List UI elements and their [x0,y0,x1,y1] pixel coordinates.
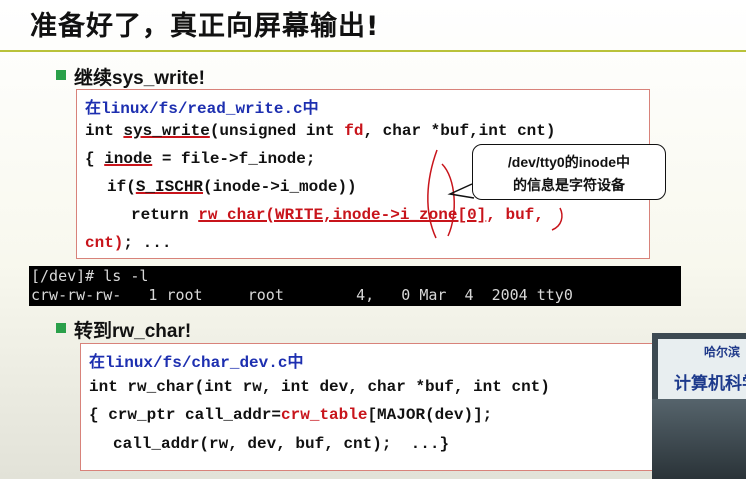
terminal-line-1: [/dev]# ls -l [31,267,149,285]
bullet-icon [56,70,66,80]
code-line-1: int rw_char(int rw, int dev, char *buf, … [89,378,550,396]
code-line-3: if(S_ISCHR(inode->i_mode)) [107,178,357,196]
title-divider [0,50,746,52]
crw-table: crw_table [281,406,368,424]
code-line-4: return rw_char(WRITE,inode->i_zone[0], b… [131,206,544,224]
callout-line-2: 的信息是字符设备 [513,177,625,193]
inode-var: inode [104,150,153,168]
banner-large-text: 计算机科学 [674,374,746,394]
terminal-line-2: crw-rw-rw- 1 root root 4, 0 Mar 4 2004 t… [31,286,573,304]
fd-param: fd [344,122,364,140]
code-token: = file->f_inode; [152,150,316,168]
code-file-line: 在linux/fs/char_dev.c中 [89,348,303,372]
code-token: return [131,206,199,224]
code-token: { crw_ptr call_addr= [89,406,282,424]
code-token: ; ... [123,234,172,252]
code-line-2: { inode = file->f_inode; [85,150,315,168]
bullet-icon [56,323,66,333]
banner-small-text: 哈尔滨 [703,345,740,359]
rw-char-call: rw_char(WRITE,inode->i_zone[0] [198,206,487,224]
code-line-5: cnt); ... [85,234,171,252]
file-suffix: 中 [302,100,319,118]
sys-write-fn: sys_write [123,122,210,140]
code-token: { [85,150,105,168]
code-line-3: call_addr(rw, dev, buf, cnt); ...} [113,435,450,453]
file-prefix: 在 [85,100,102,118]
s-ischr-macro: S_ISCHR [135,178,204,196]
code-token: (inode->i_mode)) [203,178,357,196]
code-token: [MAJOR(dev)]; [367,406,493,424]
code-line-1: int sys_write(unsigned int fd, char *buf… [85,122,555,140]
file-suffix: 中 [287,354,304,372]
terminal-output: [/dev]# ls -l crw-rw-rw- 1 root root 4, … [29,266,681,306]
inset-banner: 哈尔滨 计算机科学 [658,339,746,399]
code-token: cnt) [85,234,124,252]
slide-title: 准备好了，真正向屏幕输出! [30,11,380,42]
file-path: linux/fs/char_dev.c [105,354,288,372]
code-token: if( [107,178,136,196]
code-token: , char *buf,int cnt) [363,122,556,140]
code-token: (unsigned int [209,122,345,140]
file-prefix: 在 [89,354,106,372]
callout-note: /dev/tty0的inode中 的信息是字符设备 [472,144,666,200]
inset-room [652,399,746,479]
code-block-char-dev: 在linux/fs/char_dev.c中 int rw_char(int rw… [80,343,654,471]
code-token: , buf, [486,206,544,224]
code-token: int [85,122,124,140]
section2-heading: 转到rw_char! [74,321,192,342]
file-path: linux/fs/read_write.c [101,100,303,118]
section1-heading: 继续sys_write! [74,68,205,89]
lecture-video-inset: 哈尔滨 计算机科学 [652,333,746,479]
code-line-2: { crw_ptr call_addr=crw_table[MAJOR(dev)… [89,406,492,424]
callout-line-1: /dev/tty0的inode中 [507,154,631,170]
slide: 准备好了，真正向屏幕输出! 继续sys_write! 在linux/fs/rea… [0,0,746,479]
code-file-line: 在linux/fs/read_write.c中 [85,94,319,118]
